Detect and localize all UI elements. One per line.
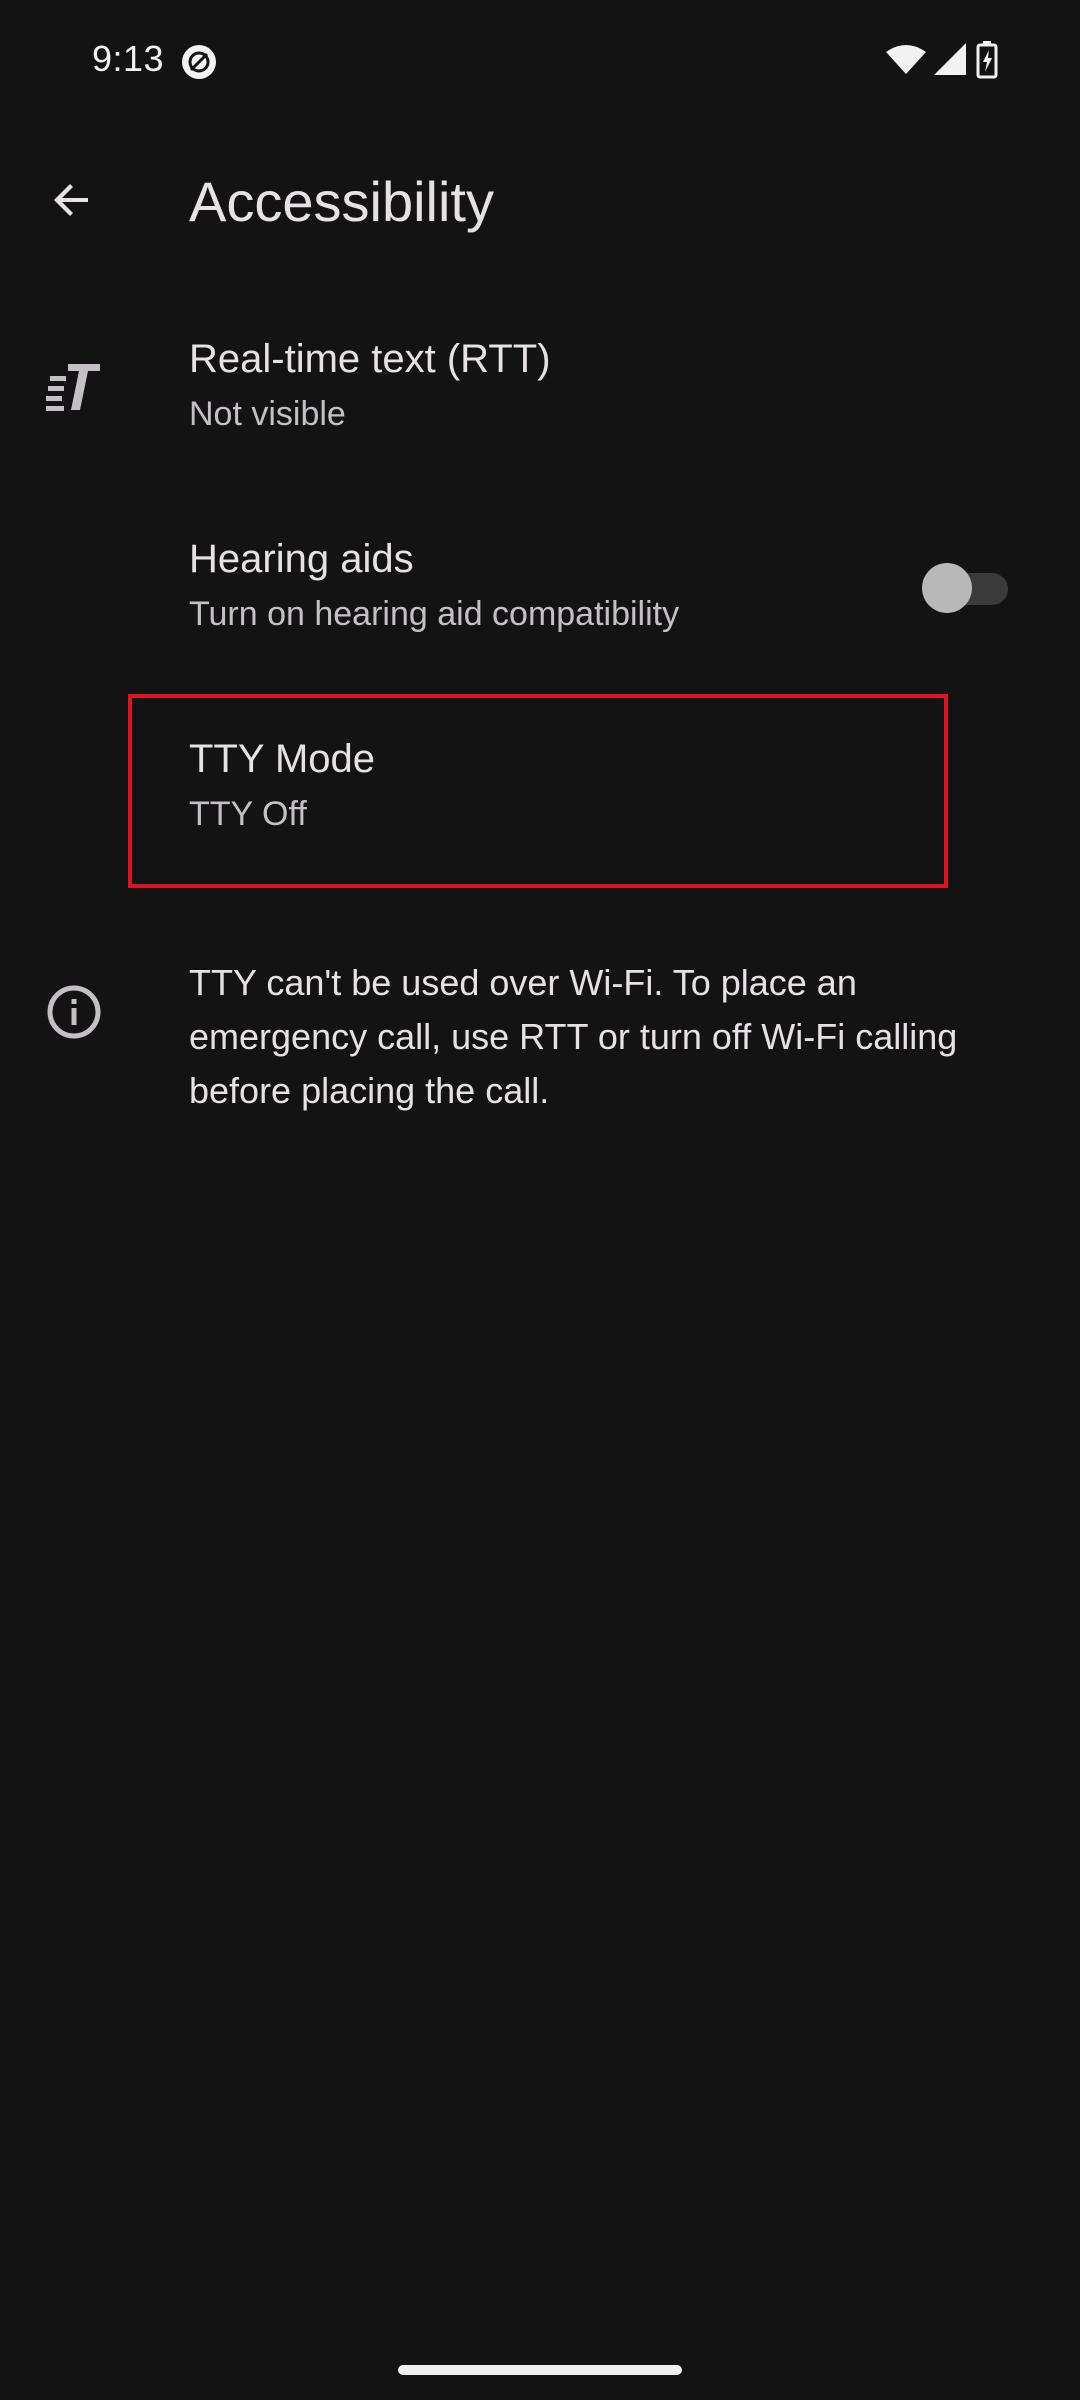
pref-row-hearing-aids[interactable]: Hearing aids Turn on hearing aid compati… — [0, 500, 1080, 680]
battery-charging-icon — [976, 40, 998, 84]
pref-title: Hearing aids — [189, 537, 414, 581]
pref-summary: Not visible — [189, 395, 346, 433]
rtt-text-icon — [42, 356, 106, 420]
page-title: Accessibility — [189, 170, 494, 233]
toggle-thumb — [922, 563, 972, 613]
pref-row-tty-mode[interactable]: TTY Mode TTY Off — [0, 700, 1080, 880]
pref-title: Real-time text (RTT) — [189, 337, 551, 381]
app-bar: Accessibility — [0, 140, 1080, 270]
pref-summary: TTY Off — [189, 795, 307, 833]
status-icons — [886, 40, 998, 84]
vpn-disc-icon — [180, 43, 218, 81]
status-time: 9:13 — [92, 38, 165, 79]
pref-summary: Turn on hearing aid compatibility — [189, 595, 680, 633]
gesture-nav-handle[interactable] — [398, 2365, 682, 2375]
hearing-aids-toggle[interactable] — [922, 563, 1008, 613]
status-bar: 9:13 — [0, 0, 1080, 120]
cell-signal-icon — [934, 42, 968, 82]
arrow-back-icon — [48, 176, 96, 229]
back-button[interactable] — [36, 166, 108, 238]
info-icon — [42, 980, 106, 1044]
pref-title: TTY Mode — [189, 737, 375, 781]
wifi-icon — [886, 44, 926, 81]
pref-row-rtt[interactable]: Real-time text (RTT) Not visible — [0, 300, 1080, 480]
info-text: TTY can't be used over Wi-Fi. To place a… — [189, 962, 958, 1111]
